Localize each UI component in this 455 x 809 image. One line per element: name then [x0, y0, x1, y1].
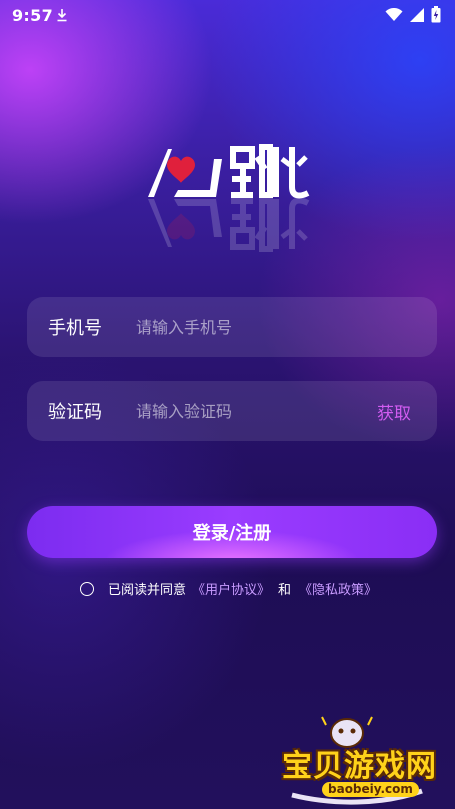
app-logo: 心跳	[0, 135, 455, 265]
phone-field[interactable]: 手机号	[27, 297, 437, 357]
code-label: 验证码	[48, 402, 102, 423]
phone-input[interactable]	[136, 317, 437, 337]
login-button[interactable]: 登录/注册	[27, 506, 437, 558]
privacy-policy-link[interactable]: 《隐私政策》	[299, 579, 377, 598]
user-agreement-link[interactable]: 《用户协议》	[192, 579, 270, 598]
agreement-prefix: 已阅读并同意	[108, 583, 187, 598]
signal-icon	[410, 7, 424, 22]
wifi-icon	[385, 7, 403, 21]
status-time: 9:57	[12, 6, 53, 25]
agreement-row: 已阅读并同意 《用户协议》 和 《隐私政策》	[80, 579, 377, 598]
agreement-checkbox[interactable]	[80, 581, 94, 596]
logo-mark	[148, 147, 308, 197]
battery-icon	[431, 6, 441, 23]
watermark: 宝贝游戏网 baobeiy.com	[272, 707, 442, 805]
phone-label: 手机号	[48, 318, 102, 339]
download-icon	[57, 9, 67, 22]
agreement-conjunction: 和	[278, 583, 292, 598]
watermark-url: baobeiy.com	[322, 782, 419, 797]
code-input[interactable]	[136, 401, 377, 421]
status-icons	[385, 6, 441, 23]
get-code-button[interactable]: 获取	[377, 399, 411, 424]
status-bar: 9:57	[0, 0, 455, 32]
watermark-title: 宝贝游戏网	[282, 749, 437, 784]
code-field[interactable]: 验证码 获取	[27, 381, 437, 441]
